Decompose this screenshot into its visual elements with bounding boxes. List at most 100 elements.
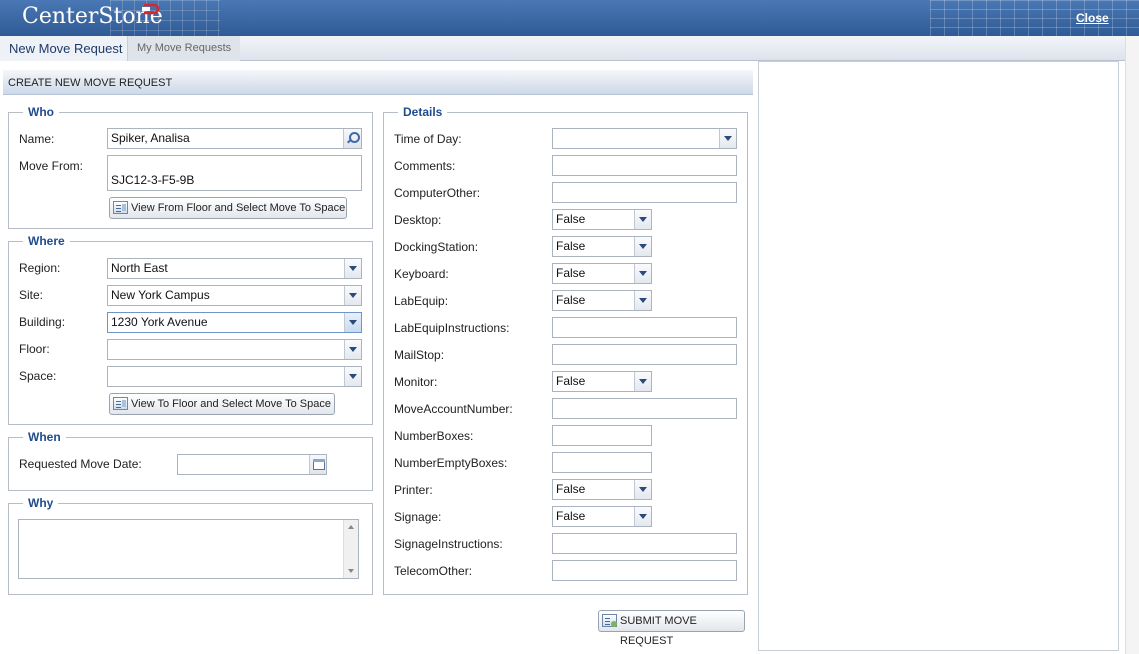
why-textarea[interactable]: [18, 519, 359, 579]
name-field[interactable]: Spiker, Analisa: [107, 128, 362, 149]
chevron-down-icon[interactable]: [344, 259, 361, 278]
computer-other-label: ComputerOther:: [394, 186, 481, 200]
chevron-down-icon[interactable]: [344, 367, 361, 386]
signage-instructions-label: SignageInstructions:: [394, 537, 503, 551]
telecom-other-label: TelecomOther:: [394, 564, 473, 578]
submit-icon: [602, 614, 617, 627]
chevron-down-icon[interactable]: [634, 210, 651, 229]
keyboard-value: False: [556, 266, 586, 280]
region-select[interactable]: North East: [107, 258, 362, 279]
monitor-select[interactable]: False: [552, 371, 652, 392]
space-label: Space:: [19, 369, 57, 383]
move-from-field[interactable]: SJC12-3-F5-9B: [107, 155, 362, 191]
page-scrollbar[interactable]: [1125, 36, 1139, 654]
region-label: Region:: [19, 261, 61, 275]
chevron-down-icon[interactable]: [634, 372, 651, 391]
time-of-day-select[interactable]: [552, 128, 737, 149]
signage-value: False: [556, 509, 586, 523]
requested-move-date-label: Requested Move Date:: [19, 457, 142, 471]
move-account-number-field[interactable]: [552, 398, 737, 419]
chevron-down-icon[interactable]: [634, 291, 651, 310]
building-select[interactable]: 1230 York Avenue: [107, 312, 362, 333]
app-header: CenterStone Close: [0, 0, 1139, 36]
requested-move-date-field[interactable]: [177, 454, 327, 475]
search-icon[interactable]: [343, 129, 361, 148]
signage-label: Signage:: [394, 510, 442, 524]
comments-field[interactable]: [552, 155, 737, 176]
close-link[interactable]: Close: [1076, 11, 1109, 25]
site-label: Site:: [19, 288, 44, 302]
view-to-floor-button[interactable]: View To Floor and Select Move To Space: [109, 393, 335, 415]
chevron-down-icon[interactable]: [634, 480, 651, 499]
submit-label: SUBMIT MOVE REQUEST: [620, 615, 697, 647]
number-boxes-field[interactable]: [552, 425, 652, 446]
keyboard-label: Keyboard:: [394, 267, 449, 281]
number-empty-boxes-field[interactable]: [552, 452, 652, 473]
printer-label: Printer:: [394, 483, 433, 497]
lab-equip-label: LabEquip:: [394, 294, 449, 308]
calendar-icon[interactable]: [309, 455, 326, 474]
comments-label: Comments:: [394, 159, 456, 173]
docking-station-label: DockingStation:: [394, 240, 479, 254]
time-of-day-label: Time of Day:: [394, 132, 462, 146]
site-value: New York Campus: [111, 288, 210, 302]
telecom-other-field[interactable]: [552, 560, 737, 581]
tab-bar: New Move Request My Move Requests: [0, 36, 1125, 61]
number-boxes-label: NumberBoxes:: [394, 429, 474, 443]
computer-other-field[interactable]: [552, 182, 737, 203]
site-select[interactable]: New York Campus: [107, 285, 362, 306]
name-value: Spiker, Analisa: [111, 131, 190, 145]
chevron-down-icon[interactable]: [634, 237, 651, 256]
mail-stop-label: MailStop:: [394, 348, 445, 362]
space-select[interactable]: [107, 366, 362, 387]
signage-select[interactable]: False: [552, 506, 652, 527]
desktop-value: False: [556, 212, 586, 226]
monitor-label: Monitor:: [394, 375, 438, 389]
lab-equip-instructions-field[interactable]: [552, 317, 737, 338]
where-legend: Where: [23, 234, 70, 248]
printer-value: False: [556, 482, 586, 496]
name-label: Name:: [19, 132, 55, 146]
signage-instructions-field[interactable]: [552, 533, 737, 554]
building-label: Building:: [19, 315, 66, 329]
who-legend: Who: [23, 105, 59, 119]
move-from-value: SJC12-3-F5-9B: [111, 173, 195, 187]
lab-equip-select[interactable]: False: [552, 290, 652, 311]
docking-station-select[interactable]: False: [552, 236, 652, 257]
chevron-down-icon[interactable]: [344, 340, 361, 359]
move-account-number-label: MoveAccountNumber:: [394, 402, 513, 416]
chevron-down-icon[interactable]: [344, 286, 361, 305]
floor-plan-icon: [113, 397, 128, 410]
tab-my-move-requests[interactable]: My Move Requests: [128, 36, 240, 61]
logo-mark-icon: [142, 3, 160, 15]
move-from-label: Move From:: [19, 159, 84, 173]
building-value: 1230 York Avenue: [111, 315, 208, 329]
chevron-down-icon[interactable]: [634, 264, 651, 283]
view-from-floor-button[interactable]: View From Floor and Select Move To Space: [109, 197, 347, 219]
number-empty-boxes-label: NumberEmptyBoxes:: [394, 456, 508, 470]
scroll-up-icon[interactable]: [348, 525, 354, 529]
when-legend: When: [23, 430, 66, 444]
floor-plan-icon: [113, 201, 128, 214]
desktop-select[interactable]: False: [552, 209, 652, 230]
floor-select[interactable]: [107, 339, 362, 360]
printer-select[interactable]: False: [552, 479, 652, 500]
chevron-down-icon[interactable]: [344, 313, 361, 332]
textarea-scrollbar[interactable]: [343, 520, 358, 578]
why-legend: Why: [23, 496, 59, 510]
desktop-label: Desktop:: [394, 213, 442, 227]
keyboard-select[interactable]: False: [552, 263, 652, 284]
view-to-floor-label: View To Floor and Select Move To Space: [131, 398, 331, 410]
chevron-down-icon[interactable]: [634, 507, 651, 526]
region-value: North East: [111, 261, 168, 275]
tab-new-move-request[interactable]: New Move Request: [0, 36, 128, 61]
floor-label: Floor:: [19, 342, 50, 356]
lab-equip-instructions-label: LabEquipInstructions:: [394, 321, 510, 335]
scroll-down-icon[interactable]: [348, 569, 354, 573]
lab-equip-value: False: [556, 293, 586, 307]
submit-move-request-button[interactable]: SUBMIT MOVE REQUEST: [598, 610, 745, 647]
mail-stop-field[interactable]: [552, 344, 737, 365]
right-preview-pane: [758, 61, 1119, 651]
chevron-down-icon[interactable]: [719, 129, 736, 148]
section-title: CREATE NEW MOVE REQUEST: [3, 70, 753, 95]
